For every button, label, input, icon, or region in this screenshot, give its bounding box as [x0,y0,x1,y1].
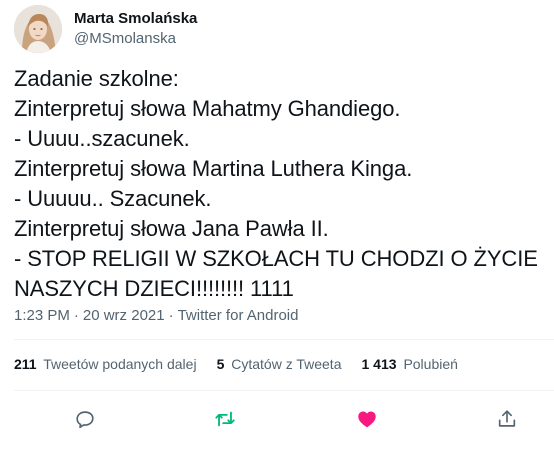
divider [14,339,554,340]
tweet-text: Zadanie szkolne: Zinterpretuj słowa Maha… [14,64,544,304]
tweet-actions [0,398,554,438]
tweet-meta: 1:23 PM · 20 wrz 2021 · Twitter for Android [14,306,298,326]
tweet-stats: 211 Tweetów podanych dalej 5 Cytatów z T… [14,354,478,374]
likes-stat[interactable]: 1 413 Polubień [362,354,458,374]
retweets-stat[interactable]: 211 Tweetów podanych dalej [14,354,197,374]
tweet-date: 20 wrz 2021 [82,307,165,324]
likes-count: 1 413 [361,356,397,372]
meta-separator: · [168,307,174,324]
reply-button[interactable] [68,402,102,436]
reply-icon [76,411,94,429]
share-icon [498,410,516,427]
tweet-line: NASZYCH DZIECI!!!!!!!! 1111 [14,276,294,301]
tweet-line: - STOP RELIGII W SZKOŁACH TU CHODZI O ŻY… [14,246,538,271]
tweet-source[interactable]: Twitter for Android [178,307,299,324]
tweet-line: - Uuuuu.. Szacunek. [14,186,212,211]
tweet-line: Zinterpretuj słowa Martina Luthera Kinga… [14,156,413,181]
tweet-line: Zinterpretuj słowa Mahatmy Ghandiego. [14,96,401,121]
tweet-line: Zinterpretuj słowa Jana Pawła II. [14,216,329,241]
quotes-stat[interactable]: 5 Cytatów z Tweeta [217,354,342,374]
retweets-label: Tweetów podanych dalej [43,356,197,372]
tweet-timestamp[interactable]: 1:23 PM · 20 wrz 2021 [14,307,165,324]
display-name[interactable]: Marta Smolańska [74,9,197,29]
retweets-count: 211 [14,356,37,372]
avatar[interactable] [14,5,62,53]
tweet-time: 1:23 PM [14,307,70,324]
meta-separator: · [73,307,79,324]
heart-icon [358,411,376,428]
quotes-label: Cytatów z Tweeta [231,356,342,372]
user-handle[interactable]: @MSmolanska [74,29,197,49]
tweet: Marta Smolańska @MSmolanska Zadanie szko… [0,0,554,451]
quotes-count: 5 [216,356,225,372]
tweet-line: Zadanie szkolne: [14,66,179,91]
author-names: Marta Smolańska @MSmolanska [74,9,197,49]
tweet-header: Marta Smolańska @MSmolanska [14,4,197,54]
retweet-icon [215,411,235,427]
share-button[interactable] [490,402,524,436]
like-button[interactable] [350,402,384,436]
divider [14,390,554,391]
tweet-line: - Uuuu..szacunek. [14,126,190,151]
avatar-image [14,5,62,53]
retweet-button[interactable] [208,402,242,436]
likes-label: Polubień [403,356,458,372]
